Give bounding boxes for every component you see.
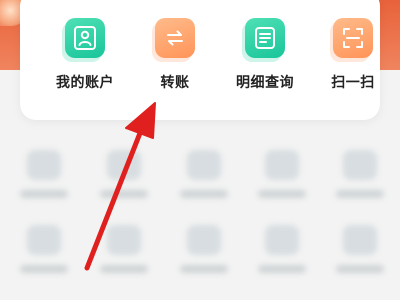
- blurred-grid-item: [180, 225, 228, 273]
- scan-label: 扫一扫: [331, 75, 375, 91]
- blurred-grid-item: [20, 225, 68, 273]
- scan-button[interactable]: 扫一扫: [308, 18, 398, 92]
- blurred-grid-item: [258, 225, 306, 273]
- blurred-grid-item: [100, 150, 148, 198]
- transfer-arrows-icon: [155, 18, 195, 58]
- blurred-grid-item: [336, 150, 384, 198]
- scan-frame-icon: [333, 18, 373, 58]
- blurred-service-grid: [0, 140, 400, 300]
- blurred-grid-item: [180, 150, 228, 198]
- transfer-label: 转账: [160, 75, 190, 91]
- transfer-button[interactable]: 转账: [130, 18, 220, 92]
- detail-query-label: 明细查询: [236, 75, 294, 91]
- blurred-grid-item: [258, 150, 306, 198]
- quick-actions-card: 我的账户 转账 明细查询 扫一扫: [20, 0, 380, 120]
- my-account-label: 我的账户: [56, 75, 114, 91]
- user-card-icon: [65, 18, 105, 58]
- blurred-grid-item: [100, 225, 148, 273]
- blurred-grid-item: [20, 150, 68, 198]
- document-lines-icon: [245, 18, 285, 58]
- my-account-button[interactable]: 我的账户: [40, 18, 130, 92]
- detail-query-button[interactable]: 明细查询: [220, 18, 310, 92]
- blurred-grid-item: [336, 225, 384, 273]
